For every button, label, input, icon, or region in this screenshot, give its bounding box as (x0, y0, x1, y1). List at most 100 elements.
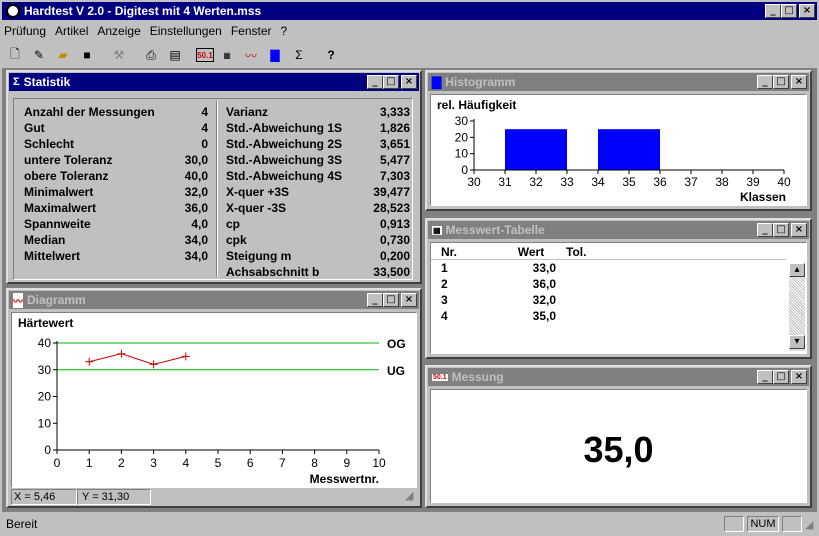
diagram-icon[interactable]: 〰 (240, 44, 262, 66)
stat-row-left-7: Spannweite 4,0 (24, 216, 208, 232)
save-icon[interactable]: ■ (76, 44, 98, 66)
open-icon[interactable]: ▰ (52, 44, 74, 66)
maximize-button[interactable]: □ (781, 4, 797, 18)
scroll-down-button[interactable]: ▾ (789, 335, 805, 349)
menu-item-3[interactable]: Einstellungen (150, 24, 222, 38)
histogramm-minimize-button[interactable]: _ (757, 75, 773, 89)
stat-row-left-5: Minimalwert 32,0 (24, 184, 208, 200)
messwert-table: Nr. Wert Tol. 1 33,0 2 36,0 3 32,0 4 35,0 (441, 244, 606, 324)
stat-row-right-0: Varianz 3,333 (226, 104, 410, 120)
print-icon[interactable]: ⎙ (140, 44, 162, 66)
menu-item-5[interactable]: ? (281, 24, 288, 38)
histogramm-window: ▇ Histogramm _ □ × rel. Häufigkeit 0 10 20 30 3… (425, 70, 812, 211)
table-row[interactable]: 2 36,0 (441, 276, 606, 292)
histogram-xtick-label: 35 (622, 175, 636, 189)
close-button[interactable]: × (799, 4, 815, 18)
stat-row-left-1: Gut 4 (24, 120, 208, 136)
line-chart: Härtewert OG UG 0 10 20 30 40 0 1 2 3 4 5 6 7 8 9 10 Messwe… (18, 316, 406, 486)
diagramm-minimize-button[interactable]: _ (367, 293, 383, 307)
resize-grip-icon[interactable]: ◢ (405, 489, 417, 505)
stat-value: 30,0 (184, 153, 208, 167)
histogram-icon[interactable]: ▇ (264, 44, 286, 66)
preview-icon[interactable]: ▤ (164, 44, 186, 66)
table-icon[interactable]: ▦ (216, 44, 238, 66)
table-row[interactable]: 1 33,0 (441, 260, 606, 276)
tabelle-minimize-button[interactable]: _ (757, 223, 773, 237)
messung-maximize-button[interactable]: □ (773, 370, 789, 384)
table-cell: 3 (441, 293, 448, 307)
stat-label: Anzahl der Messungen (24, 105, 155, 119)
statistik-window: Σ Statistik _ □ × Anzahl der Messungen 4 Gut… (6, 70, 422, 284)
diagram-point-0 (85, 357, 94, 366)
menu-item-0[interactable]: Prüfung (4, 24, 46, 38)
tabelle-close-button[interactable]: × (791, 223, 807, 237)
table-icon[interactable]: ▦ (432, 225, 442, 235)
histogram-xtick-label: 37 (684, 175, 698, 189)
histogramm-title: Histogramm (445, 75, 516, 89)
statistik-close-button[interactable]: × (401, 75, 417, 89)
stat-label: Achsabschnitt b (226, 265, 320, 279)
histogram-title: rel. Häufigkeit (437, 98, 516, 112)
measure-icon[interactable]: 50.1 (196, 48, 214, 62)
diagramm-close-button[interactable]: × (401, 293, 417, 307)
edit-icon[interactable]: ✎ (28, 44, 50, 66)
messung-title: Messung (451, 370, 504, 384)
messung-close-button[interactable]: × (791, 370, 807, 384)
minimize-button[interactable]: _ (765, 4, 781, 18)
tabelle-maximize-button[interactable]: □ (773, 223, 789, 237)
tool-icon[interactable]: ⚒ (108, 44, 130, 66)
stat-value: 36,0 (184, 201, 208, 215)
stat-value: 39,477 (373, 185, 410, 199)
new-icon[interactable]: 🗋 (4, 44, 26, 66)
help-icon[interactable]: ? (320, 44, 342, 66)
sigma-icon[interactable]: Σ (13, 76, 20, 88)
table-header-1: Wert (517, 245, 545, 259)
measure-icon[interactable]: 50.1 (432, 373, 448, 381)
diagramm-maximize-button[interactable]: □ (383, 293, 399, 307)
messung-minimize-button[interactable]: _ (757, 370, 773, 384)
statistik-maximize-button[interactable]: □ (383, 75, 399, 89)
diagram-point-1 (117, 349, 126, 358)
menu-item-2[interactable]: Anzeige (97, 24, 140, 38)
diagram-xtick-label: 6 (247, 456, 254, 470)
menu-item-1[interactable]: Artikel (55, 24, 88, 38)
stat-label: Mittelwert (24, 249, 81, 263)
stat-label: Schlecht (24, 137, 75, 151)
statistik-minimize-button[interactable]: _ (367, 75, 383, 89)
stat-label: Std.-Abweichung 1S (226, 121, 343, 135)
histogram-ytick-label: 30 (455, 114, 469, 128)
histogram-xtick-label: 38 (715, 175, 729, 189)
status-cell-caps (724, 516, 744, 532)
table-cell (566, 308, 606, 324)
stat-value: 4 (201, 121, 208, 135)
app-icon[interactable] (6, 4, 20, 18)
table-row[interactable]: 4 35,0 (441, 308, 606, 324)
table-header-2: Tol. (566, 245, 587, 259)
stat-row-right-3: Std.-Abweichung 3S 5,477 (226, 152, 410, 168)
stat-value: 33,500 (373, 265, 410, 279)
messung-client: 35,0 (430, 389, 807, 503)
histogram-icon[interactable]: ▇ (432, 75, 441, 89)
statistics-icon[interactable]: Σ (288, 44, 310, 66)
statistik-panel: Anzahl der Messungen 4 Gut 4 Schlecht 0 untere… (13, 98, 413, 280)
stat-value: 3,651 (379, 137, 410, 151)
diagram-icon[interactable]: 〰 (13, 292, 23, 308)
table-scrollbar[interactable]: ▴ ▾ (789, 263, 805, 351)
histogramm-maximize-button[interactable]: □ (773, 75, 789, 89)
stat-value: 0,730 (379, 233, 410, 247)
resize-grip-icon[interactable]: ◢ (805, 518, 817, 531)
table-cell (566, 276, 606, 292)
histogramm-close-button[interactable]: × (791, 75, 807, 89)
histogram-chart: rel. Häufigkeit010203030 31 32 33 34 35 36 37 38… (437, 98, 791, 204)
table-header-0: Nr. (441, 245, 458, 259)
table-row[interactable]: 3 32,0 (441, 292, 606, 308)
menu-item-4[interactable]: Fenster (231, 24, 272, 38)
stat-row-left-8: Median 34,0 (24, 232, 208, 248)
stat-value: 7,303 (379, 169, 410, 183)
stat-value: 0,200 (379, 249, 410, 263)
stat-row-right-4: Std.-Abweichung 4S 7,303 (226, 168, 410, 184)
scroll-up-button[interactable]: ▴ (789, 263, 805, 277)
histogram-bar-1 (598, 129, 660, 170)
stat-row-left-3: untere Toleranz 30,0 (24, 152, 208, 168)
measurement-value: 35,0 (583, 429, 654, 470)
